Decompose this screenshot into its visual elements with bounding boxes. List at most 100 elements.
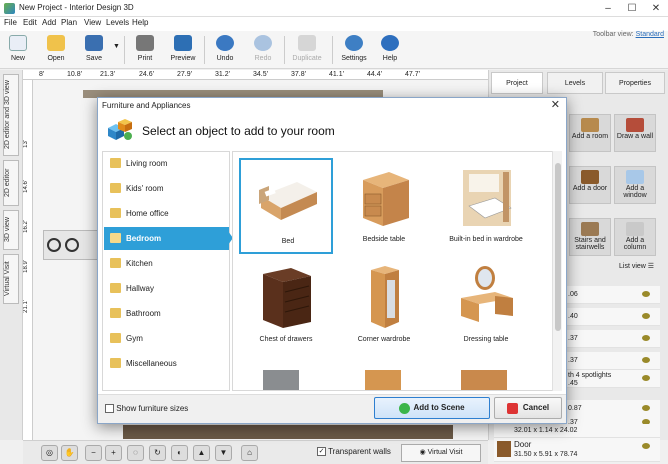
add-room-button[interactable]: Add a room <box>569 114 611 152</box>
tab-levels[interactable]: Levels <box>547 72 603 94</box>
zoom-fit-icon[interactable]: ◌ <box>127 445 144 461</box>
tab-virtual-visit[interactable]: Virtual Visit <box>3 254 19 304</box>
menu-edit[interactable]: Edit <box>23 18 37 27</box>
add-column-button[interactable]: Add a column <box>614 218 656 256</box>
chest-of-drawers-thumbnail <box>263 268 311 328</box>
category-miscellaneous[interactable]: Miscellaneous <box>104 352 229 375</box>
close-window-button[interactable]: ✕ <box>644 0 668 17</box>
zoom-controls <box>43 230 103 260</box>
checkbox[interactable]: ✓ <box>317 447 326 457</box>
cancel-button[interactable]: Cancel <box>494 397 562 419</box>
visibility-icon[interactable] <box>642 335 650 341</box>
close-icon[interactable]: ✕ <box>551 98 560 111</box>
item-dressing-table[interactable]: Dressing table <box>439 258 533 354</box>
list-view-toggle[interactable]: List view ☰ <box>619 262 654 270</box>
camera-up-icon[interactable]: ▲ <box>193 445 210 461</box>
save-dropdown-icon[interactable]: ▼ <box>113 43 120 50</box>
zoom-in-icon[interactable] <box>65 238 79 252</box>
item-corner-wardrobe[interactable]: Corner wardrobe <box>337 258 431 354</box>
print-button[interactable]: Print <box>127 33 163 67</box>
ruler-label: 21.1' <box>23 300 29 313</box>
category-bedroom[interactable]: Bedroom <box>104 227 229 250</box>
menu-file[interactable]: File <box>4 18 17 27</box>
home-view-icon[interactable]: ⌂ <box>241 445 258 461</box>
ruler-label: 27.9' <box>177 71 192 78</box>
visibility-icon[interactable] <box>642 443 650 449</box>
menu-plan[interactable]: Plan <box>61 18 77 27</box>
minimize-button[interactable]: – <box>596 0 620 17</box>
category-home-office[interactable]: Home office <box>104 202 229 225</box>
item-partial[interactable] <box>365 370 401 390</box>
stairs-icon <box>581 222 599 236</box>
orbit-icon[interactable]: ◐ <box>171 445 188 461</box>
undo-button[interactable]: Undo <box>207 33 243 67</box>
checkbox[interactable] <box>105 404 114 414</box>
menu-view[interactable]: View <box>84 18 101 27</box>
list-item-door[interactable]: Door 31.50 x 5.91 x 78.74 <box>494 438 660 462</box>
category-living-room[interactable]: Living room <box>104 152 229 175</box>
open-button[interactable]: Open <box>38 33 74 67</box>
scrollbar-thumb[interactable] <box>555 163 561 331</box>
visibility-icon[interactable] <box>642 357 650 363</box>
add-window-button[interactable]: Add a window <box>614 166 656 204</box>
pan-hand-icon[interactable]: ✋ <box>61 445 78 461</box>
category-kitchen[interactable]: Kitchen <box>104 252 229 275</box>
cubes-icon <box>108 119 132 140</box>
stairs-button[interactable]: Stairs and stairwells <box>569 218 611 256</box>
item-bed[interactable]: Bed <box>239 158 333 254</box>
camera-down-icon[interactable]: ▼ <box>215 445 232 461</box>
menu-levels[interactable]: Levels <box>106 18 129 27</box>
category-gym[interactable]: Gym <box>104 327 229 350</box>
maximize-button[interactable]: ☐ <box>620 0 644 17</box>
dialog-header: Select an object to add to your room <box>98 112 566 149</box>
duplicate-button[interactable]: Duplicate <box>289 33 325 67</box>
visibility-icon[interactable] <box>642 313 650 319</box>
category-hallway[interactable]: Hallway <box>104 277 229 300</box>
folder-icon <box>110 308 121 318</box>
visibility-icon[interactable] <box>642 405 650 411</box>
undo-icon <box>216 35 234 51</box>
item-partial[interactable] <box>461 370 507 390</box>
category-kids-room[interactable]: Kids' room <box>104 177 229 200</box>
item-bedside-table[interactable]: Bedside table <box>337 158 431 254</box>
visibility-icon[interactable] <box>642 291 650 297</box>
rotate-360-icon[interactable]: ◎ <box>41 445 58 461</box>
settings-button[interactable]: Settings <box>336 33 372 67</box>
rotate-icon[interactable]: ↻ <box>149 445 166 461</box>
tab-properties[interactable]: Properties <box>605 72 665 94</box>
tab-project[interactable]: Project <box>491 72 543 94</box>
toolbar-view-link[interactable]: Standard <box>636 31 664 38</box>
item-partial[interactable] <box>263 370 299 390</box>
toolbar-separator <box>332 36 333 64</box>
add-door-button[interactable]: Add a door <box>569 166 611 204</box>
preview-button[interactable]: Preview <box>165 33 201 67</box>
virtual-visit-button[interactable]: ◉ Virtual Visit <box>401 444 481 462</box>
new-button[interactable]: New <box>0 33 36 67</box>
zoom-out-icon[interactable] <box>47 238 61 252</box>
ruler-label: 24.6' <box>139 71 154 78</box>
tab-2d-and-3d[interactable]: 2D editor and 3D view <box>3 74 19 156</box>
ruler-label: 14.6' <box>23 180 29 193</box>
category-bathroom[interactable]: Bathroom <box>104 302 229 325</box>
zoom-in-icon[interactable]: + <box>105 445 122 461</box>
menu-help[interactable]: Help <box>132 18 148 27</box>
help-button[interactable]: Help <box>372 33 408 67</box>
folder-icon <box>110 283 121 293</box>
view-controls-bar: ◎ ✋ − + ◌ ↻ ◐ ▲ ▼ ⌂ ✓ Transparent walls … <box>23 440 488 464</box>
tab-3d-view[interactable]: 3D view <box>3 210 19 250</box>
new-icon <box>9 35 27 51</box>
transparent-walls-toggle[interactable]: ✓ Transparent walls <box>317 447 391 457</box>
redo-button[interactable]: Redo <box>245 33 281 67</box>
visibility-icon[interactable] <box>642 375 650 381</box>
show-sizes-toggle[interactable]: Show furniture sizes <box>105 404 188 414</box>
item-built-in-bed[interactable]: Built-in bed in wardrobe <box>439 158 533 254</box>
tab-2d-editor[interactable]: 2D editor <box>3 160 19 206</box>
zoom-out-icon[interactable]: − <box>85 445 102 461</box>
menu-add[interactable]: Add <box>42 18 56 27</box>
draw-wall-button[interactable]: Draw a wall <box>614 114 656 152</box>
grid-scrollbar[interactable] <box>552 151 562 391</box>
add-to-scene-button[interactable]: Add to Scene <box>374 397 490 419</box>
list-item[interactable]: 32.01 x 1.14 x 24.02 <box>494 424 660 438</box>
item-chest-of-drawers[interactable]: Chest of drawers <box>239 258 333 354</box>
save-button[interactable]: Save <box>76 33 112 67</box>
